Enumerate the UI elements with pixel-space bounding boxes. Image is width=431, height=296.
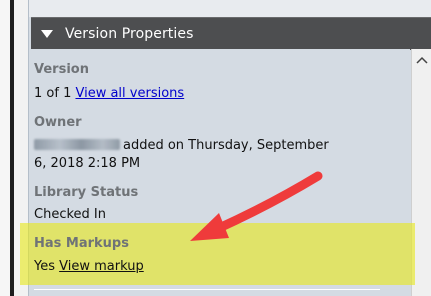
panel-title: Version Properties [65,26,194,42]
owner-value: added on Thursday, September 6, 2018 2:1… [34,137,329,173]
owner-label: Owner [34,115,82,130]
library-status-value: Checked In [34,207,106,222]
redacted-owner-name [34,139,120,150]
library-status-label: Library Status [34,185,139,200]
has-markups-label: Has Markups [34,236,129,251]
version-label: Version [34,62,89,77]
panel-header[interactable]: Version Properties [31,17,431,50]
divider [34,289,380,290]
owner-added-text: added on Thursday, September [123,138,329,153]
has-markups-yes: Yes [34,259,55,274]
triangle-down-icon[interactable] [41,30,53,38]
view-all-versions-link[interactable]: View all versions [75,86,184,101]
view-markup-link[interactable]: View markup [59,259,144,274]
has-markups-value: Yes View markup [34,258,144,276]
version-count: 1 of 1 [34,86,72,101]
version-value: 1 of 1 View all versions [34,85,184,103]
panel-top-strip [29,0,431,17]
owner-added-date: 6, 2018 2:18 PM [34,156,141,171]
chevron-up-icon[interactable] [415,53,429,67]
